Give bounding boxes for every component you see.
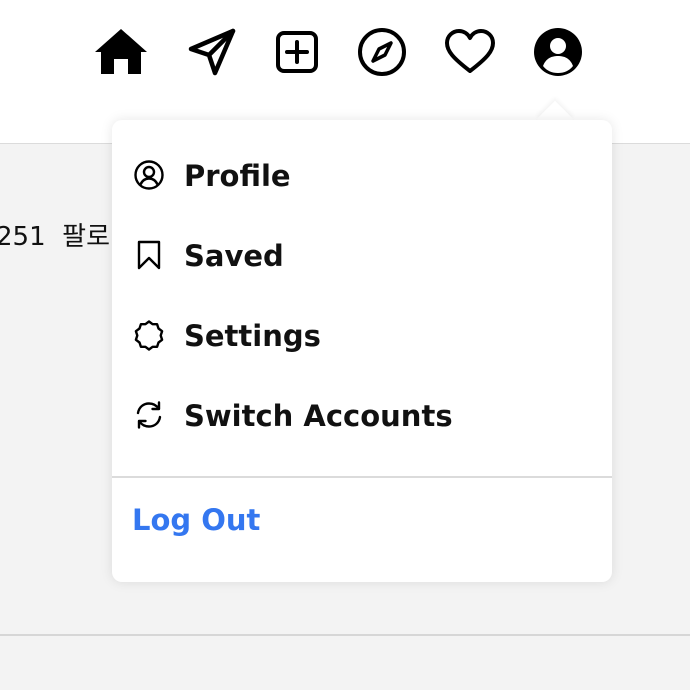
explore-icon[interactable] — [354, 24, 410, 80]
menu-item-profile[interactable]: Profile — [112, 136, 612, 216]
footer-area — [0, 636, 690, 690]
profile-avatar-icon[interactable] — [530, 24, 586, 80]
activity-icon[interactable] — [442, 24, 498, 80]
menu-divider — [112, 476, 612, 478]
logout-button[interactable]: Log Out — [132, 492, 260, 548]
menu-item-switch-accounts[interactable]: Switch Accounts — [112, 376, 612, 456]
menu-item-settings[interactable]: Settings — [112, 296, 612, 376]
bookmark-icon — [132, 238, 166, 272]
menu-item-label: Switch Accounts — [184, 399, 453, 433]
menu-item-label: Settings — [184, 319, 321, 353]
new-post-icon[interactable] — [269, 24, 325, 80]
profile-stats-text: 251 팔로 — [0, 222, 110, 252]
direct-message-icon[interactable] — [184, 24, 240, 80]
menu-item-label: Saved — [184, 239, 284, 273]
settings-icon — [132, 318, 166, 352]
profile-icon — [132, 158, 166, 192]
switch-accounts-icon — [132, 398, 166, 432]
account-dropdown-menu: Profile Saved Settings Switch Accounts L… — [112, 120, 612, 582]
menu-item-saved[interactable]: Saved — [112, 216, 612, 296]
menu-item-label: Profile — [184, 159, 291, 193]
home-icon[interactable] — [93, 24, 149, 80]
app-page: 251 팔로 Profile Saved Settings Switch Acc… — [0, 0, 690, 690]
